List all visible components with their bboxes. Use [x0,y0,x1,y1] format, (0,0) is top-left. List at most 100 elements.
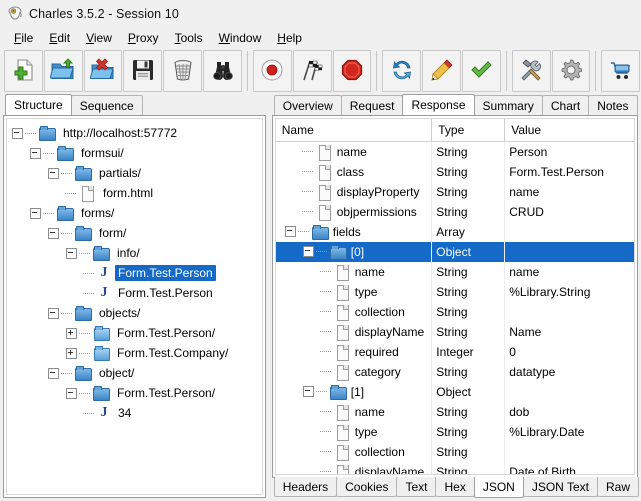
cell-value[interactable]: name [505,182,634,202]
bottom-tab-json-text[interactable]: JSON Text [523,477,598,497]
column-header-name[interactable]: Name [276,119,432,141]
cell-type[interactable]: String [432,362,505,382]
cell-value[interactable]: Form.Test.Person [505,162,634,182]
close-session-button[interactable] [84,50,123,92]
throttle-button[interactable] [293,50,332,92]
menu-item-tools[interactable]: Tools [168,30,212,46]
cell-name[interactable]: name [276,402,432,422]
cell-name[interactable]: category [276,362,432,382]
table-row[interactable]: nameStringdob [276,402,634,422]
cell-type[interactable]: Integer [432,342,505,362]
cell-name[interactable]: name [276,262,432,282]
table-row[interactable]: displayNameStringName [276,322,634,342]
menu-item-view[interactable]: View [79,30,121,46]
tab-sequence[interactable]: Sequence [71,95,143,115]
table-row[interactable]: typeString%Library.String [276,282,634,302]
cell-type[interactable]: String [432,182,505,202]
cell-type[interactable]: String [432,462,505,476]
bottom-tab-cookies[interactable]: Cookies [336,477,397,497]
cell-value[interactable]: 0 [505,342,634,362]
cell-type[interactable]: Object [432,242,505,262]
cell-name[interactable]: collection [276,442,432,462]
cell-type[interactable]: String [432,302,505,322]
table-row[interactable]: categoryStringdatatype [276,362,634,382]
table-row[interactable]: [0]Object [276,242,634,262]
cell-name[interactable]: collection [276,302,432,322]
collapse-icon[interactable] [29,207,42,220]
save-session-button[interactable] [123,50,162,92]
cell-value[interactable] [505,302,634,322]
tree-item[interactable]: JForm.Test.Person [11,263,262,283]
response-json-scroll[interactable]: Name Type Value nameStringPersonclassStr… [275,118,635,475]
cell-name[interactable]: fields [276,222,432,242]
tab-chart[interactable]: Chart [542,95,589,115]
tree-item[interactable]: Form.Test.Person/ [11,323,262,343]
tab-overview[interactable]: Overview [274,95,342,115]
cell-value[interactable]: name [505,262,634,282]
cell-value[interactable]: CRUD [505,202,634,222]
cell-name[interactable]: displayName [276,462,432,476]
tree-item[interactable]: forms/ [11,203,262,223]
cell-value[interactable] [505,242,634,262]
tree-item[interactable]: http://localhost:57772 [11,123,262,143]
expand-icon[interactable] [65,327,78,340]
table-row[interactable]: classStringForm.Test.Person [276,162,634,182]
table-row[interactable]: collectionString [276,442,634,462]
cell-value[interactable]: datatype [505,362,634,382]
open-session-button[interactable] [44,50,83,92]
tree-item[interactable]: info/ [11,243,262,263]
tree-item[interactable]: objects/ [11,303,262,323]
settings-button[interactable] [552,50,591,92]
table-row[interactable]: typeString%Library.Date [276,422,634,442]
cell-value[interactable]: %Library.String [505,282,634,302]
collapse-icon[interactable] [11,127,24,140]
cell-type[interactable]: String [432,141,505,162]
menu-item-proxy[interactable]: Proxy [121,30,168,46]
structure-tree-scroll[interactable]: http://localhost:57772formsui/partials/f… [6,118,263,495]
collapse-icon[interactable] [302,245,315,258]
collapse-icon[interactable] [29,147,42,160]
collapse-icon[interactable] [284,225,297,238]
cell-name[interactable]: type [276,422,432,442]
bottom-tab-headers[interactable]: Headers [274,477,337,497]
table-row[interactable]: nameStringPerson [276,141,634,162]
cell-type[interactable]: String [432,202,505,222]
expand-icon[interactable] [65,347,78,360]
clear-session-button[interactable] [163,50,202,92]
repeat-button[interactable] [382,50,421,92]
bottom-tab-hex[interactable]: Hex [435,477,474,497]
cell-value[interactable]: Date of Birth [505,462,634,476]
table-row[interactable]: collectionString [276,302,634,322]
cell-name[interactable]: [1] [276,382,432,402]
find-button[interactable] [203,50,242,92]
cell-name[interactable]: objpermissions [276,202,432,222]
bottom-tab-json[interactable]: JSON [474,477,524,498]
collapse-icon[interactable] [47,227,60,240]
cell-name[interactable]: class [276,162,432,182]
column-header-value[interactable]: Value [505,119,634,141]
cell-name[interactable]: displayName [276,322,432,342]
collapse-icon[interactable] [65,247,78,260]
menu-item-file[interactable]: File [7,30,42,46]
tree-item[interactable]: partials/ [11,163,262,183]
collapse-icon[interactable] [47,167,60,180]
tree-item[interactable]: formsui/ [11,143,262,163]
tab-notes[interactable]: Notes [588,95,637,115]
cell-type[interactable]: String [432,162,505,182]
cell-value[interactable]: %Library.Date [505,422,634,442]
record-button[interactable] [253,50,292,92]
tree-item[interactable]: form.html [11,183,262,203]
new-session-button[interactable] [4,50,43,92]
table-row[interactable]: displayPropertyStringname [276,182,634,202]
cell-type[interactable]: String [432,422,505,442]
table-row[interactable]: objpermissionsStringCRUD [276,202,634,222]
cell-value[interactable]: dob [505,402,634,422]
menu-item-window[interactable]: Window [212,30,271,46]
breakpoints-button[interactable] [333,50,372,92]
tab-structure[interactable]: Structure [5,94,72,115]
tab-request[interactable]: Request [341,95,404,115]
cell-name[interactable]: type [276,282,432,302]
cell-type[interactable]: Object [432,382,505,402]
cell-value[interactable]: Person [505,141,634,162]
collapse-icon[interactable] [47,367,60,380]
